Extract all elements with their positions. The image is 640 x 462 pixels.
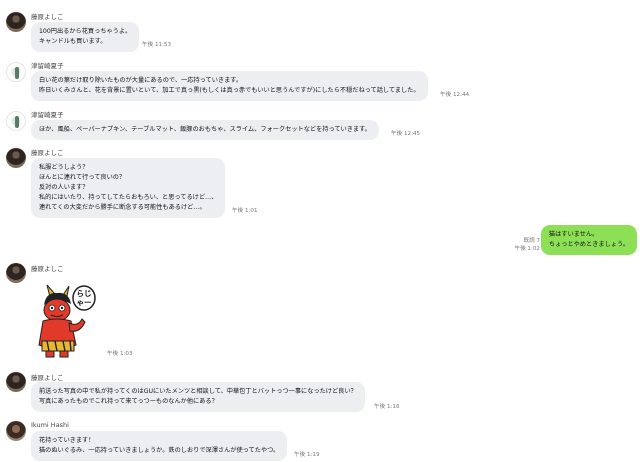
timestamp: 午後 1:19: [294, 452, 320, 458]
message-line: 昨日いくみさんと、花を背景に置いといて、加工で真っ黒(もしくは真っ赤でもいいと思…: [39, 87, 420, 94]
sender-name: 津留崎夏子: [31, 111, 64, 119]
message-line: 写真にあったものでこれ持って来てっつーものなんか他にある？: [39, 398, 218, 405]
message-line: ほんとに連れて行って良いの？: [39, 174, 126, 181]
message-line: ほか、風船、ペーパーナプキン、テーブルマット、飯豚のおもちゃ、スライム、フォーク…: [39, 126, 371, 133]
message-line: 私的にはいたり、持ってしてたらおもろい、と思ってるけど…、: [39, 194, 218, 201]
message-line: 私服どうしよう？: [39, 164, 89, 171]
message-bubble: 白い花の葉だけ取り除いたものが大量にあるので、一応持っていきます。 昨日いくみさ…: [31, 71, 428, 101]
sender-name: 藤原よしこ: [31, 265, 64, 273]
my-message-bubble: 猫はすいません。 ちょっとやめときましょう。: [540, 225, 637, 255]
avatar[interactable]: [6, 12, 26, 32]
avatar[interactable]: [6, 111, 26, 131]
avatar[interactable]: [6, 421, 26, 441]
message-line: 100円出るから花買っちゃうよ。: [39, 28, 132, 35]
sender-name: 藤原よしこ: [31, 149, 64, 157]
avatar[interactable]: [6, 372, 26, 392]
message-line: 猫はすいません。: [548, 231, 599, 238]
message-line: 連れてくの大変だから勝手に断念する可能性もあるけど…。: [39, 204, 206, 211]
timestamp: 午後 12:44: [440, 92, 470, 98]
timestamp: 午後 11:53: [142, 42, 172, 48]
message-line: キャンドルも買います。: [39, 38, 107, 45]
message-line: 花持っていきます！: [39, 437, 95, 444]
message-bubble: 前送った写真の中で私が持ってくのはGUにいたメンツと相談して、中華包丁とバットっ…: [31, 382, 365, 412]
timestamp: 午後 1:01: [232, 208, 258, 214]
sender-name: 津留崎夏子: [31, 62, 64, 70]
message-line: 猫のぬいぐるみ、一応持っていきましょうか。鉄のしおりで深澤さんが使ってたやつ。: [39, 447, 280, 454]
message-bubble: 私服どうしよう？ ほんとに連れて行って良いの？ 反対の人います？ 私的にはいたり…: [31, 158, 226, 218]
message-line: 白い花の葉だけ取り除いたものが大量にあるので、一応持っていきます。: [39, 77, 243, 84]
message-bubble: 花持っていきます！ 猫のぬいぐるみ、一応持っていきましょうか。鉄のしおりで深澤さ…: [31, 431, 288, 461]
sender-name: 藤原よしこ: [31, 13, 64, 21]
message-line: ちょっとやめときましょう。: [548, 241, 629, 248]
sticker-text: らじゃー: [76, 289, 92, 307]
sender-name: Ikumi Hashi: [31, 421, 69, 429]
read-receipt: 既読 7 午後 1:02: [514, 237, 540, 253]
message-bubble: 100円出るから花買っちゃうよ。 キャンドルも買います。: [31, 22, 140, 52]
avatar[interactable]: [6, 62, 26, 82]
timestamp: 午後 1:02: [514, 246, 540, 252]
timestamp: 午後 1:03: [107, 351, 133, 357]
read-count: 既読 7: [523, 238, 540, 244]
avatar[interactable]: [6, 148, 26, 168]
avatar[interactable]: [6, 263, 26, 283]
oni-sticker: らじゃー: [36, 283, 104, 358]
timestamp: 午後 12:45: [391, 131, 421, 137]
timestamp: 午後 1:16: [374, 404, 400, 410]
message-bubble: ほか、風船、ペーパーナプキン、テーブルマット、飯豚のおもちゃ、スライム、フォーク…: [31, 120, 379, 140]
message-line: 前送った写真の中で私が持ってくのはGUにいたメンツと相談して、中華包丁とバットっ…: [39, 388, 357, 395]
message-line: 反対の人います？: [39, 184, 89, 191]
sender-name: 藤原よしこ: [31, 374, 64, 382]
